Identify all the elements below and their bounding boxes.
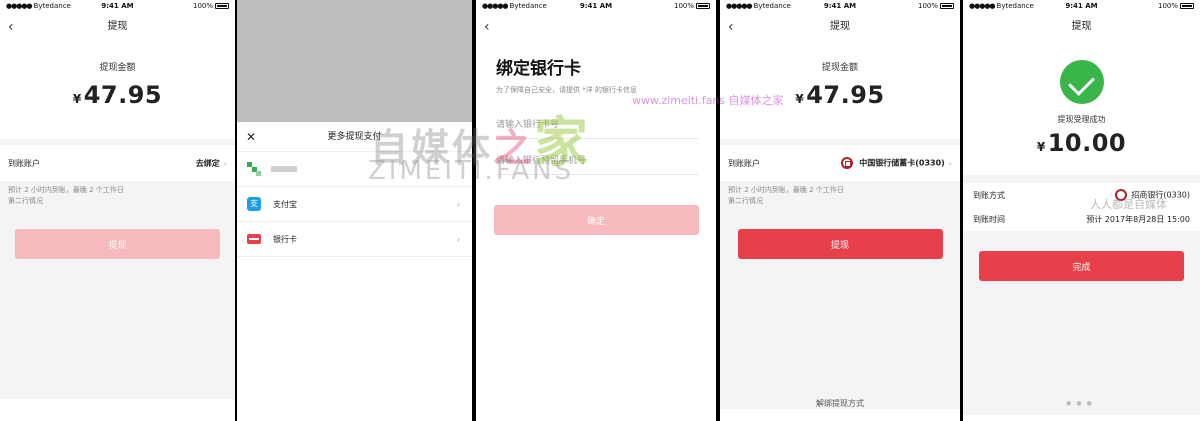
chevron-right-icon: › [223, 158, 227, 168]
status-bar: ●●●●● Bytedance 9:41 AM 100% [720, 0, 960, 14]
account-row[interactable]: 到账账户 中国银行储蓄卡(0330) › [720, 145, 960, 181]
battery-icon [215, 3, 229, 9]
back-icon[interactable]: ‹ [484, 14, 490, 40]
battery-icon [1180, 3, 1194, 9]
amount-label: 提现金额 [821, 63, 858, 73]
option-bank-card[interactable]: 银行卡 › [237, 222, 472, 257]
status-bar: ●●●●● Bytedance 9:41 AM 100% [0, 0, 235, 14]
time-label: 到账时间 [973, 214, 1005, 224]
boc-logo-icon [841, 157, 854, 169]
amount-value: ¥47.95 [72, 81, 163, 109]
page-subtitle: 为了保障自己安全，请提供 *洋 的银行卡信息 [496, 86, 637, 94]
screen-withdraw-bound: ●●●●● Bytedance 9:41 AM 100% ‹ 提现 提现金额 ¥4… [720, 0, 960, 421]
sheet-title: 更多提现支付 [327, 132, 382, 142]
arrival-note: 预计 2 小时内到账，最晚 2 个工作日 [8, 186, 124, 194]
page-title: 绑定银行卡 [496, 59, 581, 79]
unbind-link[interactable]: 解绑提现方式 [720, 398, 960, 409]
nav-bar: ‹ 提现 [720, 14, 960, 40]
chevron-right-icon: › [948, 158, 952, 168]
method-row: 到账方式 招商银行(0330) [963, 183, 1200, 207]
dim-overlay[interactable] [237, 0, 472, 122]
card-number-input[interactable]: 请输入银行卡号 [496, 117, 698, 139]
option-label: 银行卡 [273, 234, 297, 244]
nav-bar: ‹ 提现 [0, 14, 235, 40]
arrival-note-2: 第二行情况 [728, 197, 763, 205]
nav-bar: ‹ [476, 14, 716, 40]
status-bar: ●●●●● Bytedance 9:41 AM 100% [476, 0, 716, 14]
screen-withdraw-success: ●●●●● Bytedance 9:41 AM 100% 提现 提现受理成功 ¥1… [963, 0, 1200, 421]
option-label-blurred [271, 166, 297, 172]
chevron-right-icon: › [456, 199, 460, 209]
success-check-icon [1059, 60, 1104, 104]
detail-section: 到账方式 招商银行(0330) 到账时间 预计 2017年8月28日 15:00… [963, 175, 1200, 415]
back-icon[interactable]: ‹ [728, 14, 734, 40]
option-alipay[interactable]: 支 支付宝 › [237, 187, 472, 222]
arrival-note: 预计 2 小时内到账，最晚 2 个工作日 [728, 186, 844, 194]
withdraw-button[interactable]: 提现 [737, 229, 943, 259]
bank-card-icon [247, 234, 261, 244]
account-section: 到账账户 中国银行储蓄卡(0330) › 预计 2 小时内到账，最晚 2 个工作日… [720, 139, 960, 409]
page-title: 提现 [830, 21, 850, 32]
account-label: 到账账户 [728, 158, 760, 168]
amount-label: 提现金额 [99, 63, 136, 73]
battery: 100% [674, 2, 710, 10]
nav-bar: 提现 [963, 14, 1200, 40]
chevron-right-icon: › [456, 234, 460, 244]
alipay-icon: 支 [247, 197, 261, 211]
phone-input[interactable]: 请输入银行预留手机号 [496, 153, 698, 175]
confirm-button[interactable]: 确定 [493, 205, 699, 235]
account-section: 到账账户 去绑定 › 预计 2 小时内到账，最晚 2 个工作日 第二行情况 提现 [0, 139, 235, 399]
close-icon[interactable]: ✕ [246, 122, 256, 152]
screen-bind-card: ●●●●● Bytedance 9:41 AM 100% ‹ 绑定银行卡 为了保障… [476, 0, 716, 421]
done-button[interactable]: 完成 [979, 251, 1184, 281]
time-row: 到账时间 预计 2017年8月28日 15:00 [963, 207, 1200, 231]
cmb-logo-icon [1115, 189, 1128, 201]
bind-link[interactable]: 去绑定 [196, 159, 220, 168]
amount-value: ¥47.95 [795, 81, 885, 109]
method-label: 到账方式 [973, 190, 1005, 200]
page-title: 提现 [107, 21, 128, 32]
battery: 100% [193, 2, 229, 10]
page-indicator: ●●● [1066, 400, 1097, 407]
screen-more-payment: ✕ 更多提现支付 支 支付宝 › 银行卡 › [237, 0, 472, 421]
status-bar: ●●●●● Bytedance 9:41 AM 100% [963, 0, 1200, 14]
amount-value: ¥10.00 [1036, 129, 1127, 157]
screen-withdraw-unbound: ●●●●● Bytedance 9:41 AM 100% ‹ 提现 提现金额 ¥4… [0, 0, 235, 421]
account-label: 到账账户 [8, 158, 40, 168]
arrival-note-2: 第二行情况 [8, 197, 43, 205]
withdraw-button[interactable]: 提现 [15, 229, 220, 259]
time-value: 预计 2017年8月28日 15:00 [1086, 214, 1190, 224]
battery-icon [696, 3, 710, 9]
method-value: 招商银行(0330) [1131, 190, 1190, 200]
success-text: 提现受理成功 [1057, 115, 1106, 124]
account-row[interactable]: 到账账户 去绑定 › [0, 145, 235, 181]
account-value: 中国银行储蓄卡(0330) [859, 158, 945, 168]
page-title: 提现 [1071, 21, 1092, 32]
battery: 100% [918, 2, 954, 10]
wechat-icon [247, 162, 261, 176]
back-icon[interactable]: ‹ [8, 14, 14, 40]
sheet-header: ✕ 更多提现支付 [237, 122, 472, 152]
option-label: 支付宝 [273, 199, 297, 209]
option-wechat[interactable] [237, 152, 472, 187]
battery: 100% [1158, 2, 1194, 10]
battery-icon [940, 3, 954, 9]
